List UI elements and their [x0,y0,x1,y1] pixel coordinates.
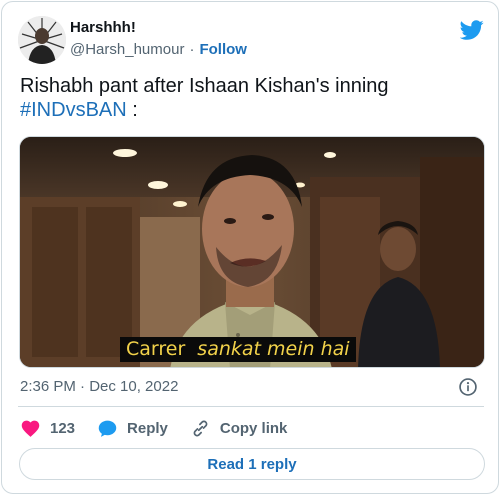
avatar[interactable] [18,16,66,64]
speech-bubble-icon [98,420,117,437]
meme-caption: Carrer sankat mein hai [120,336,356,363]
reply-label: Reply [127,419,168,437]
follow-button[interactable]: Follow [199,41,247,58]
like-count: 123 [50,419,76,437]
handle-row: @Harsh_humour · Follow [70,39,247,61]
hashtag-link[interactable]: #INDvsBAN [20,99,127,121]
info-icon[interactable] [458,377,478,397]
tweet-text: Rishabh pant after Ishaan Kishan's innin… [20,74,484,122]
reply-button[interactable]: Reply [97,418,168,439]
tweet-text-tail: : [126,99,138,121]
like-button[interactable]: 123 [20,418,75,439]
author-names: Harshhh! @Harsh_humour · Follow [70,18,247,61]
separator-dot: · [189,41,195,58]
read-replies-button[interactable]: Read 1 reply [19,448,485,480]
meme-caption-rest: sankat mein hai [191,337,356,362]
heart-icon [21,420,40,437]
tweet-timestamp[interactable]: 2:36 PM · Dec 10, 2022 [20,377,178,397]
twitter-bird-icon[interactable] [460,18,484,42]
tweet-text-body: Rishabh pant after Ishaan Kishan's innin… [20,75,389,97]
tweet-actions: 123 Reply Copy link [20,416,309,440]
handle[interactable]: @Harsh_humour [70,41,184,58]
tweet-media-image[interactable]: Carrer sankat mein hai [19,136,485,368]
meme-caption-word: Carrer [120,337,192,362]
divider [18,406,484,407]
tweet-card: Harshhh! @Harsh_humour · Follow Rishabh pa… [1,1,499,494]
tweet-header: Harshhh! @Harsh_humour · Follow [18,16,484,64]
copy-link-button[interactable]: Copy link [190,418,288,439]
link-icon [193,420,208,436]
copy-link-label: Copy link [219,419,288,437]
display-name[interactable]: Harshhh! [70,18,247,38]
